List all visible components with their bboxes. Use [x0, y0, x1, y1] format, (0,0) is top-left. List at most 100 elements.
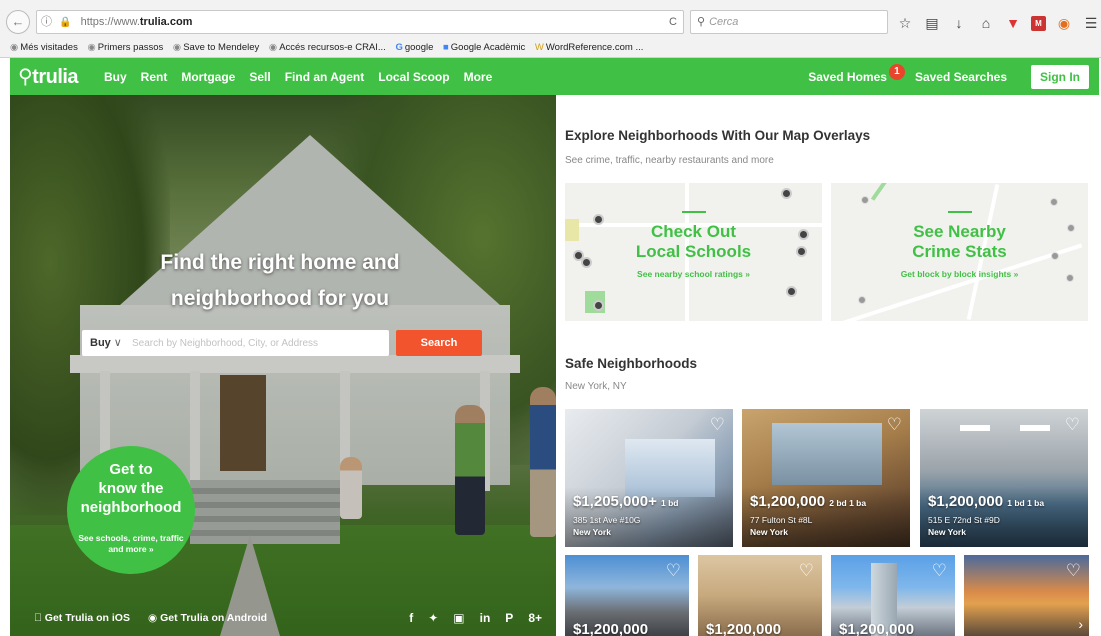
- bookmark-star-icon[interactable]: ☆: [896, 15, 914, 32]
- favorite-heart-icon[interactable]: ♡: [710, 415, 725, 435]
- bookmark-item[interactable]: ◉ Accés recursos-e CRAI...: [269, 42, 386, 53]
- chevron-down-icon: ∨: [113, 337, 122, 349]
- google-icon: G: [395, 42, 403, 53]
- promo-title-line2: know the: [98, 480, 164, 497]
- crime-dot-icon: [1050, 198, 1058, 206]
- nav-local-scoop[interactable]: Local Scoop: [378, 70, 449, 84]
- bookmark-item[interactable]: ◉ Primers passos: [88, 42, 164, 53]
- saved-homes-link[interactable]: Saved Homes 1: [808, 63, 905, 84]
- saved-homes-badge: 1: [888, 63, 905, 80]
- saved-searches-link[interactable]: Saved Searches: [915, 70, 1007, 84]
- map-park: [870, 183, 890, 201]
- listing-address: 515 E 72nd St #9D: [928, 515, 1000, 525]
- android-app-label: Get Trulia on Android: [160, 612, 268, 624]
- download-icon[interactable]: ↓: [950, 15, 968, 31]
- favorite-heart-icon[interactable]: ♡: [887, 415, 902, 435]
- search-type-dropdown[interactable]: Buy ∨: [90, 330, 122, 356]
- school-pin-icon: [593, 300, 604, 311]
- listing-card[interactable]: ♡ $1,200,000: [831, 555, 955, 636]
- crime-map-card[interactable]: See Nearby Crime Stats Get block by bloc…: [831, 183, 1088, 321]
- bookmarks-bar: ◉ Més visitades ◉ Primers passos ◉ Save to …: [0, 38, 1101, 58]
- nav-sell[interactable]: Sell: [249, 70, 270, 84]
- listing-card[interactable]: ♡ $1,200,000: [698, 555, 822, 636]
- instagram-icon[interactable]: ▣: [453, 605, 464, 631]
- extension-icon[interactable]: ◉: [1055, 15, 1073, 32]
- favorite-heart-icon[interactable]: ♡: [1066, 561, 1081, 581]
- schools-map-card[interactable]: Check Out Local Schools See nearby schoo…: [565, 183, 822, 321]
- bookmark-label: Save to Mendeley: [183, 42, 260, 53]
- search-input[interactable]: [132, 334, 382, 352]
- sign-in-button[interactable]: Sign In: [1031, 64, 1089, 89]
- header-actions: Saved Homes 1 Saved Searches Sign In: [808, 58, 1089, 95]
- globe-icon: ◉: [87, 42, 96, 53]
- back-button[interactable]: ←: [6, 10, 30, 34]
- favorite-heart-icon[interactable]: ♡: [666, 561, 681, 581]
- search-button[interactable]: Search: [396, 330, 482, 356]
- nav-rent[interactable]: Rent: [141, 70, 168, 84]
- facebook-icon[interactable]: f: [409, 605, 413, 631]
- favorite-heart-icon[interactable]: ♡: [799, 561, 814, 581]
- bookmark-label: Primers passos: [97, 42, 164, 53]
- pocket-icon[interactable]: ▼: [1004, 15, 1022, 31]
- crime-dot-icon: [858, 296, 866, 304]
- hero-title-line2: neighborhood for you: [170, 287, 390, 310]
- bookmark-item[interactable]: ■ Google Acadèmic: [443, 42, 525, 53]
- linkedin-icon[interactable]: in: [480, 605, 491, 631]
- listing-price: $1,200,000: [839, 621, 915, 636]
- crime-card-link[interactable]: Get block by block insights »: [831, 269, 1088, 279]
- favorite-heart-icon[interactable]: ♡: [932, 561, 947, 581]
- trulia-logo[interactable]: ⚲trulia: [18, 64, 79, 89]
- home-icon[interactable]: ⌂: [977, 15, 995, 31]
- nav-mortgage[interactable]: Mortgage: [181, 70, 235, 84]
- reading-list-icon[interactable]: ▤: [923, 15, 941, 32]
- ios-app-link[interactable]:  Get Trulia on iOS: [34, 605, 130, 631]
- listing-card[interactable]: ♡ $1,200,000 2 bd 1 ba 77 Fulton St #8L …: [742, 409, 910, 547]
- bookmark-item[interactable]: ◉ Save to Mendeley: [173, 42, 259, 53]
- favorite-heart-icon[interactable]: ♡: [1065, 415, 1080, 435]
- nav-find-an-agent[interactable]: Find an Agent: [285, 70, 365, 84]
- logo-text: trulia: [32, 66, 79, 88]
- info-icon[interactable]: ⓘ: [41, 16, 52, 28]
- listing-price: $1,200,000 1 bd 1 ba: [928, 493, 1044, 510]
- google-plus-icon[interactable]: 8+: [528, 605, 542, 631]
- adblock-icon[interactable]: M: [1031, 15, 1046, 31]
- promo-title-line1: Get to: [109, 461, 153, 478]
- school-pin-icon: [786, 286, 797, 297]
- listing-beds: 2 bd 1 ba: [829, 498, 867, 508]
- nav-buy[interactable]: Buy: [104, 70, 127, 84]
- listing-price: $1,200,000 2 bd 1 ba: [750, 493, 866, 510]
- browser-search-input[interactable]: ⚲ Cerca: [690, 10, 888, 34]
- crime-card-line2: Crime Stats: [912, 242, 1007, 261]
- listing-card[interactable]: ♡ ›: [964, 555, 1089, 636]
- listing-card[interactable]: ♡ $1,200,000 1 bd 1 ba 515 E 72nd St #9D…: [920, 409, 1088, 547]
- listing-card[interactable]: ♡ $1,200,000: [565, 555, 689, 636]
- bookmark-item[interactable]: ◉ Més visitades: [10, 42, 78, 53]
- nav-more[interactable]: More: [464, 70, 493, 84]
- twitter-icon[interactable]: ✦: [428, 605, 438, 631]
- scholar-icon: ■: [443, 42, 449, 53]
- menu-icon[interactable]: ☰: [1082, 15, 1100, 32]
- listing-city: New York: [573, 527, 611, 537]
- listing-photo-window: [772, 423, 882, 485]
- accent-divider: [682, 211, 706, 213]
- logo-pin-icon: ⚲: [18, 66, 33, 88]
- chevron-right-icon[interactable]: ›: [1078, 616, 1083, 632]
- safe-neighborhoods-title: Safe Neighborhoods: [565, 356, 698, 371]
- crime-card-line1: See Nearby: [913, 222, 1006, 241]
- listing-card[interactable]: ♡ $1,205,000+ 1 bd 385 1st Ave #10G New …: [565, 409, 733, 547]
- reload-icon[interactable]: C: [669, 11, 677, 33]
- listing-price: $1,200,000: [573, 621, 649, 636]
- bookmark-label: google: [404, 42, 434, 53]
- url-protocol: https://www.: [80, 16, 140, 28]
- listing-beds: 1 bd 1 ba: [1007, 498, 1045, 508]
- search-icon: ⚲: [697, 16, 706, 28]
- schools-card-link[interactable]: See nearby school ratings »: [565, 269, 822, 279]
- pinterest-icon[interactable]: P: [505, 605, 513, 631]
- address-bar[interactable]: ⓘ 🔒 https://www.trulia.com C: [36, 10, 684, 34]
- schools-card-line1: Check Out: [650, 222, 737, 241]
- bookmark-item[interactable]: Ggoogle: [395, 42, 433, 53]
- neighborhood-promo-circle[interactable]: Get to know the neighborhood See schools…: [67, 446, 195, 574]
- bookmark-label: WordReference.com ...: [545, 42, 644, 53]
- android-app-link[interactable]: ◉ Get Trulia on Android: [148, 605, 267, 631]
- bookmark-item[interactable]: W WordReference.com ...: [535, 42, 643, 53]
